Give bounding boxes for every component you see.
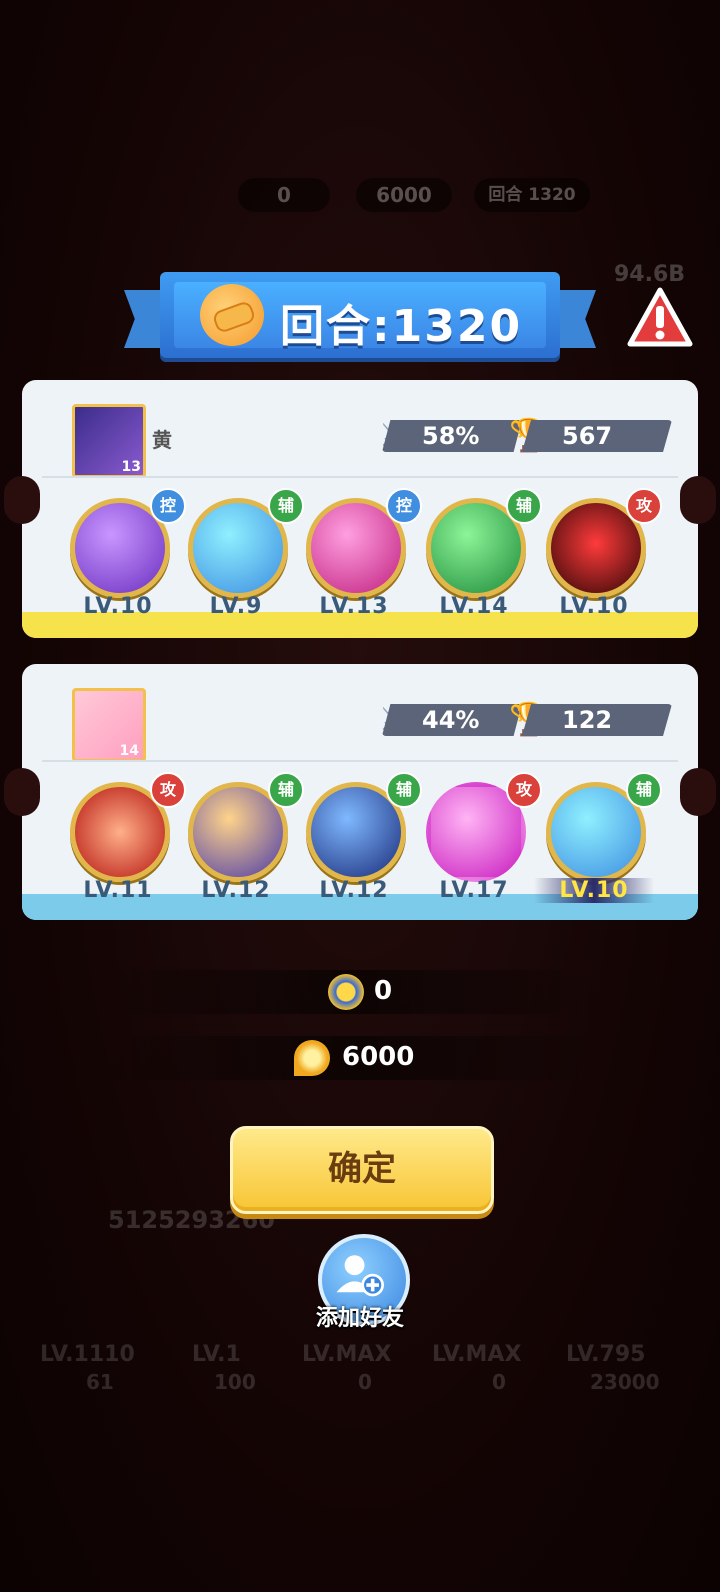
panel-notch-left xyxy=(4,768,40,816)
confirm-button[interactable]: 确定 xyxy=(230,1126,494,1214)
panel-notch-right xyxy=(680,476,716,524)
role-tag: 攻 xyxy=(150,772,186,808)
win-rate: 58% xyxy=(382,420,522,452)
star-coin-icon xyxy=(328,974,364,1010)
orb-level: LV.12 xyxy=(319,878,389,903)
warning-icon[interactable] xyxy=(626,286,694,350)
avatar[interactable]: 14 xyxy=(72,688,146,762)
panel-divider xyxy=(42,760,678,762)
orb-level: LV.17 xyxy=(439,878,509,903)
panel-notch-left xyxy=(4,476,40,524)
orb-level: LV.13 xyxy=(319,594,389,619)
panel-divider xyxy=(42,476,678,478)
avatar-badge: 13 xyxy=(121,459,141,475)
round-title: 回合:1320 xyxy=(280,301,523,352)
reward-keys: 6000 xyxy=(342,1042,415,1072)
reward-row-keys: 6000 xyxy=(100,1036,610,1080)
avatar-badge: 14 xyxy=(119,743,139,759)
player-name: 黄 xyxy=(152,428,172,452)
role-tag: 攻 xyxy=(626,488,662,524)
orb-level: LV.11 xyxy=(83,878,153,903)
key-icon xyxy=(294,1040,330,1076)
player-panel-2: 14 ⚔ 44% 🏆 122 攻 LV.11 辅 LV.12 辅 LV.12 攻… xyxy=(22,664,698,920)
orb-level: LV.14 xyxy=(439,594,509,619)
round-ribbon: 回合:1320 xyxy=(124,272,596,364)
role-tag: 控 xyxy=(150,488,186,524)
orb-level-highlighted: LV.10 xyxy=(534,878,654,903)
reward-row-stars: 0 xyxy=(100,970,610,1014)
add-friend-label: 添加好友 xyxy=(315,1306,404,1331)
role-tag: 辅 xyxy=(386,772,422,808)
role-tag: 辅 xyxy=(268,488,304,524)
role-tag: 辅 xyxy=(268,772,304,808)
player-panel-1: 13 黄 ⚔ 58% 🏆 567 控 LV.10 辅 LV.9 控 LV.13 … xyxy=(22,380,698,638)
reward-stars: 0 xyxy=(374,976,393,1006)
ribbon-body: 回合:1320 xyxy=(160,272,560,358)
win-rate: 44% xyxy=(382,704,522,736)
role-tag: 辅 xyxy=(506,488,542,524)
handshake-icon xyxy=(200,284,264,346)
role-tag: 辅 xyxy=(626,772,662,808)
avatar[interactable]: 13 xyxy=(72,404,146,478)
trophy-count: 122 xyxy=(522,704,672,736)
orb-level: LV.10 xyxy=(559,594,629,619)
orb-level: LV.9 xyxy=(209,594,263,619)
orb-level: LV.12 xyxy=(201,878,271,903)
role-tag: 攻 xyxy=(506,772,542,808)
trophy-count: 567 xyxy=(522,420,672,452)
panel-notch-right xyxy=(680,768,716,816)
role-tag: 控 xyxy=(386,488,422,524)
orb-level: LV.10 xyxy=(83,594,153,619)
